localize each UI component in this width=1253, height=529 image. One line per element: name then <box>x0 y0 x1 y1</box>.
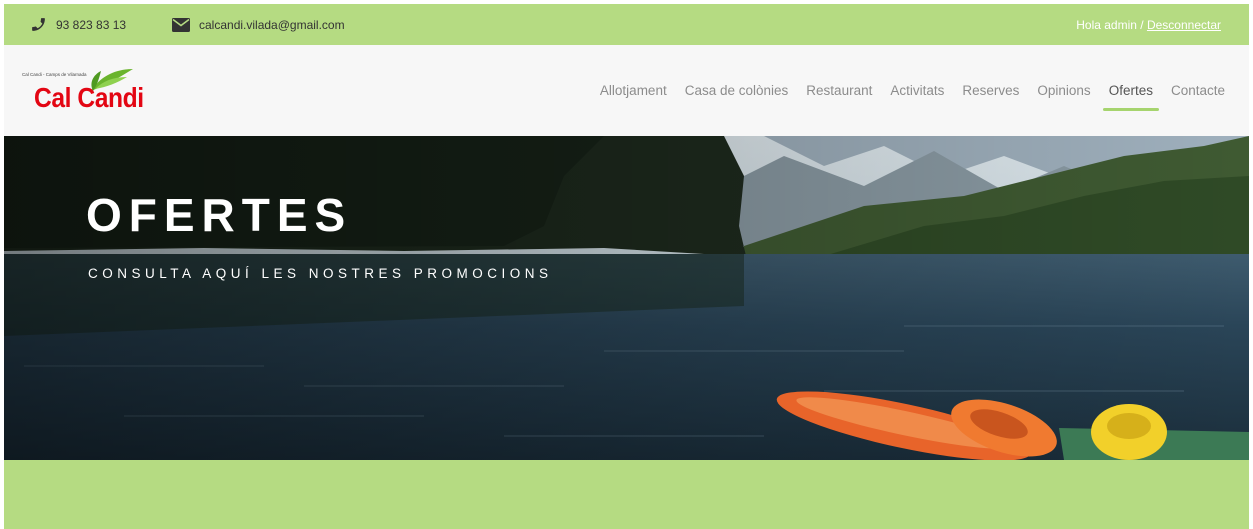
site-header: Cal Candi - Camps de Vilarnada Cal Candi… <box>4 45 1249 136</box>
hero-banner: OFERTES CONSULTA AQUÍ LES NOSTRES PROMOC… <box>4 136 1249 460</box>
logout-link[interactable]: Desconnectar <box>1147 18 1221 32</box>
lake-landscape-image <box>4 136 1249 460</box>
logo-name: Cal Candi <box>34 82 144 113</box>
nav-item-allotjament[interactable]: Allotjament <box>600 83 667 98</box>
page: 93 823 83 13 calcandi.vilada@gmail.com H… <box>4 4 1249 529</box>
envelope-icon <box>172 17 190 32</box>
user-session: Hola admin / Desconnectar <box>1076 4 1221 45</box>
site-logo[interactable]: Cal Candi - Camps de Vilarnada Cal Candi <box>21 65 181 117</box>
email-address: calcandi.vilada@gmail.com <box>199 17 345 32</box>
hero-title: OFERTES <box>86 189 353 241</box>
nav-item-ofertes[interactable]: Ofertes <box>1102 83 1160 111</box>
nav-item-reserves[interactable]: Reserves <box>962 83 1019 98</box>
phone-number: 93 823 83 13 <box>56 17 127 32</box>
nav-item-opinions[interactable]: Opinions <box>1037 83 1090 98</box>
nav-item-contacte[interactable]: Contacte <box>1171 83 1225 98</box>
top-bar: 93 823 83 13 calcandi.vilada@gmail.com H… <box>4 4 1249 45</box>
phone-icon <box>32 18 45 31</box>
hero-subtitle: CONSULTA AQUÍ LES NOSTRES PROMOCIONS <box>88 266 553 281</box>
main-nav: Allotjament Casa de colònies Restaurant … <box>582 45 1225 136</box>
phone-contact[interactable]: 93 823 83 13 <box>30 4 126 45</box>
nav-item-activitats[interactable]: Activitats <box>890 83 944 98</box>
logo-tagline: Cal Candi - Camps de Vilarnada <box>22 72 87 77</box>
footer-band <box>4 460 1249 529</box>
user-greeting: Hola admin / <box>1076 17 1144 32</box>
nav-item-casa-de-colonies[interactable]: Casa de colònies <box>685 83 789 98</box>
nav-item-restaurant[interactable]: Restaurant <box>806 83 872 98</box>
email-contact[interactable]: calcandi.vilada@gmail.com <box>172 4 345 45</box>
